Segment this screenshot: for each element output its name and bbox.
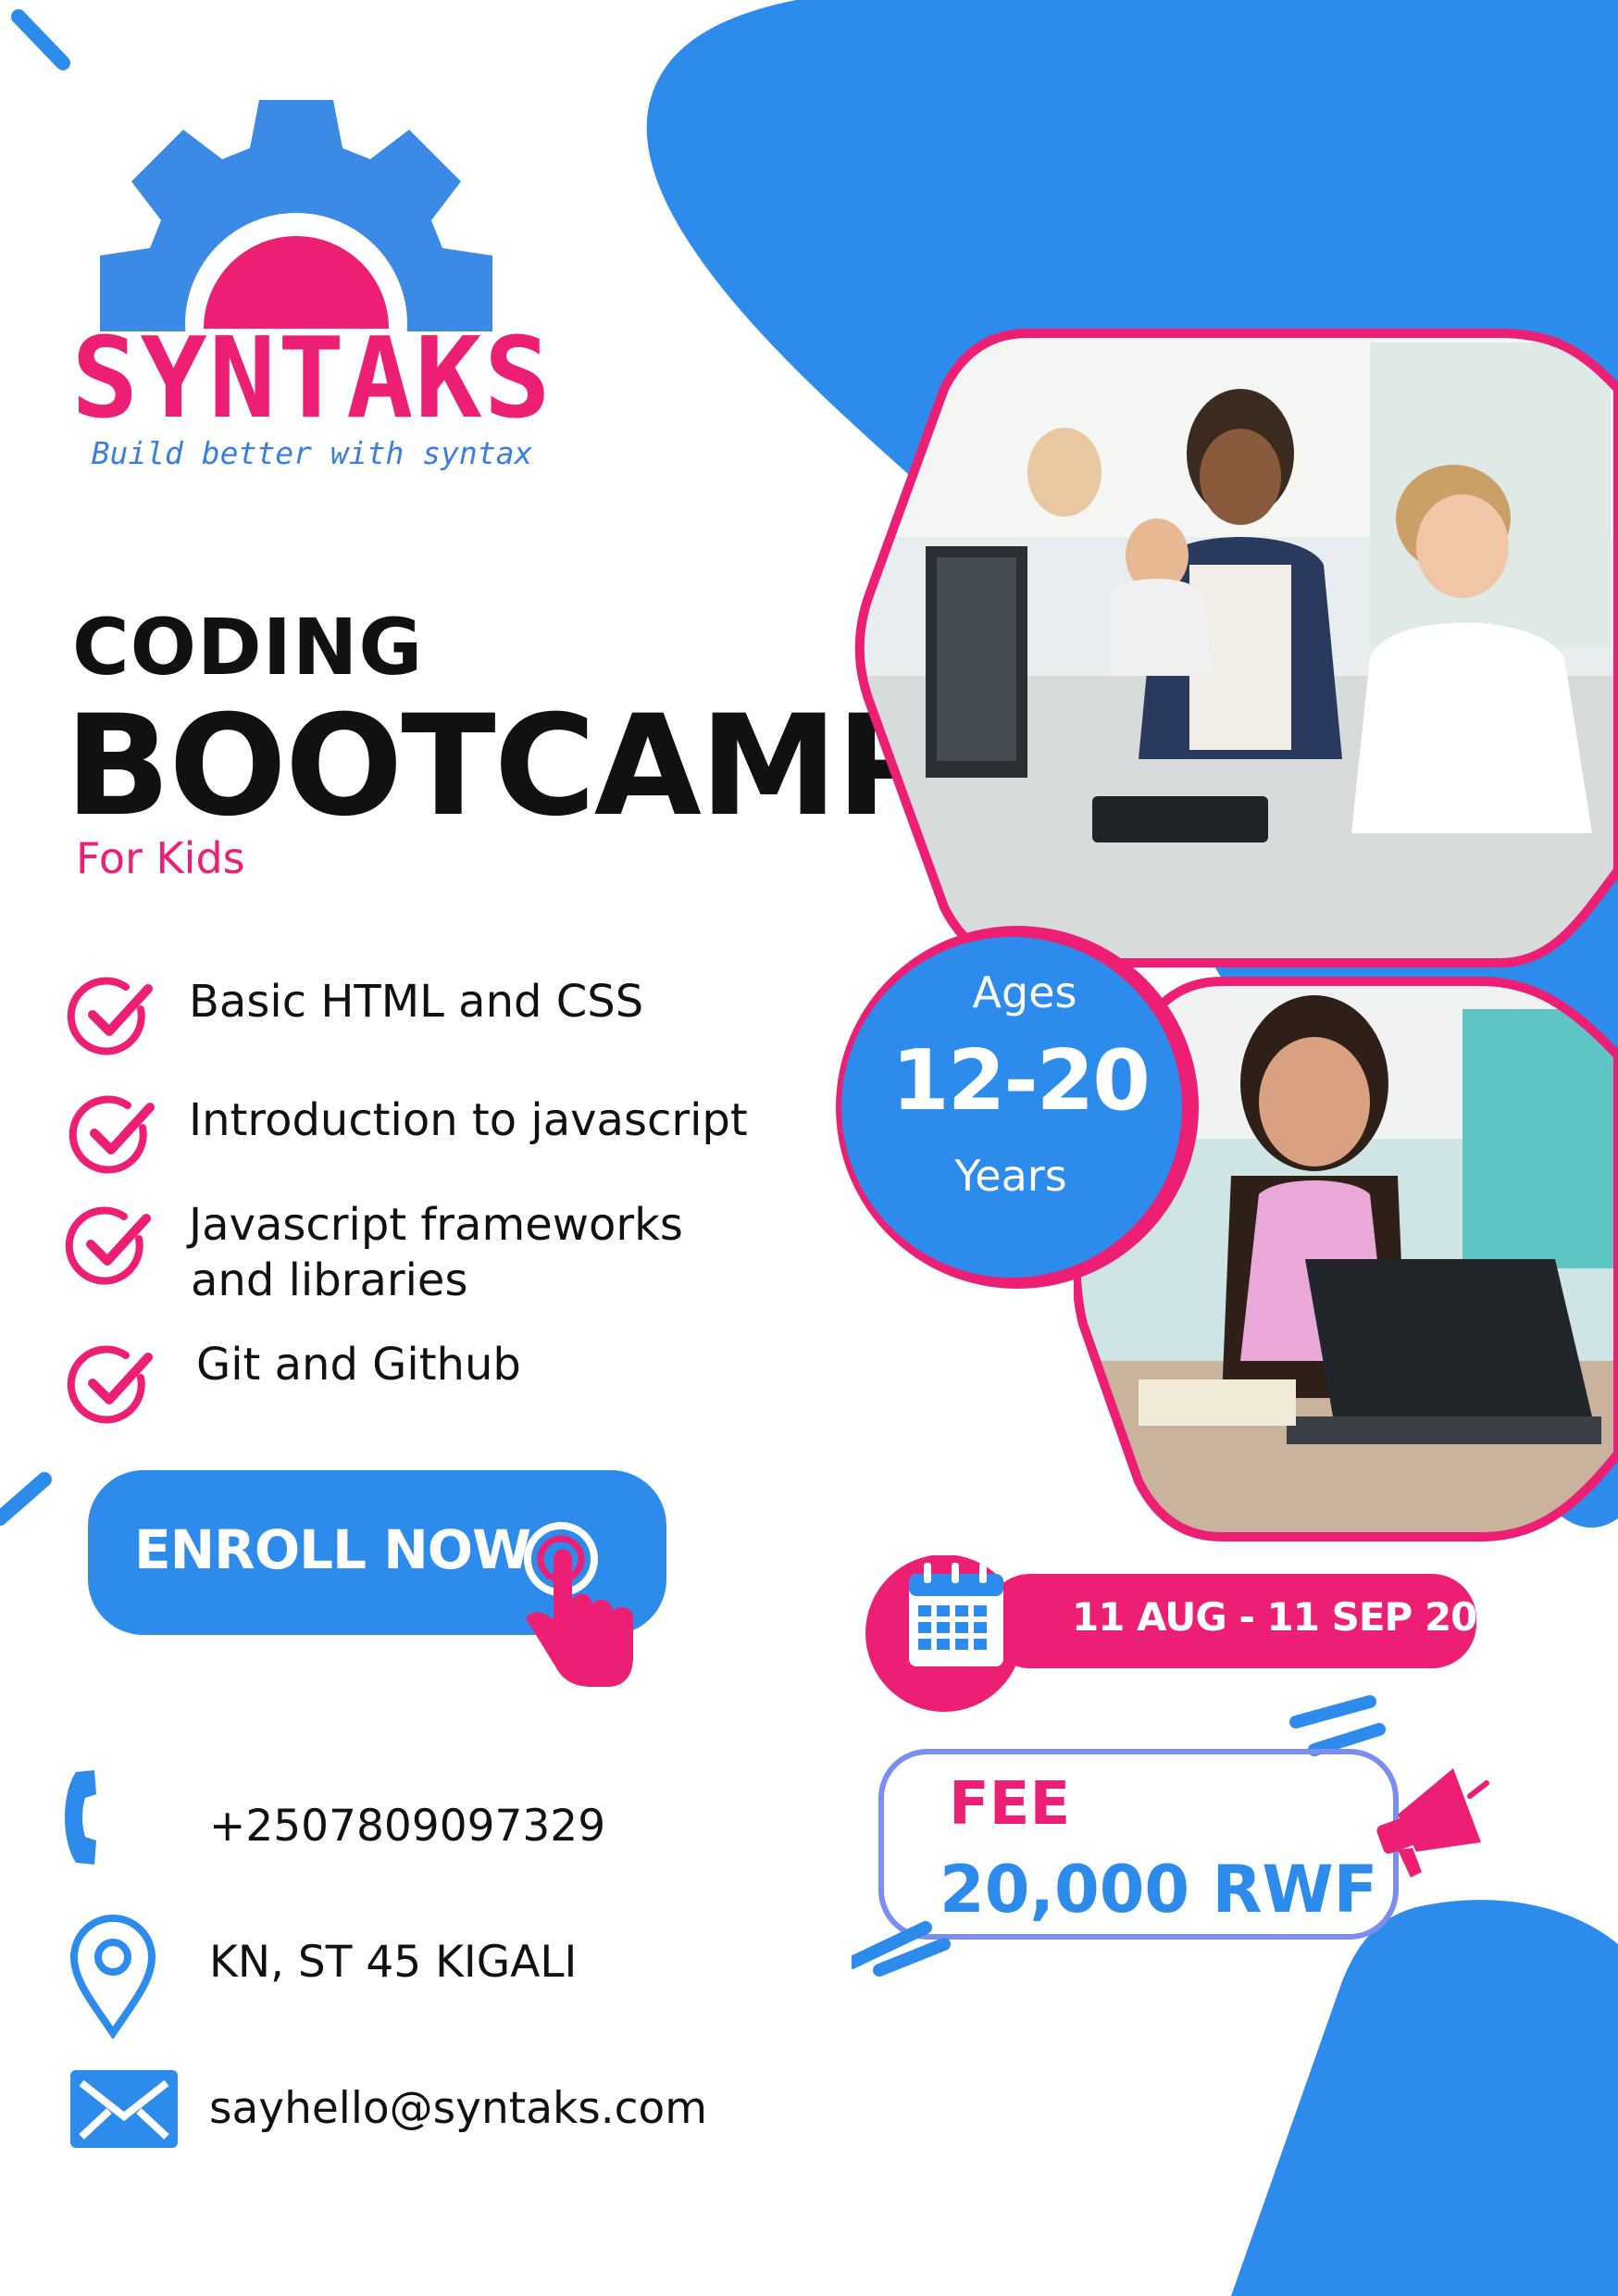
headline-line-1: CODING	[72, 602, 424, 693]
envelope-icon	[70, 2070, 178, 2148]
feature-item-1: Basic HTML and CSS	[189, 976, 644, 1028]
enroll-now-label: ENROLL NOW	[134, 1518, 531, 1581]
kids-at-computers-photo	[854, 329, 1618, 967]
feature-item-4: Git and Github	[196, 1339, 521, 1391]
date-range: 11 AUG - 11 SEP 2025	[1072, 1594, 1530, 1640]
brand-tagline: Build better with syntax	[91, 435, 533, 471]
contact-phone: +2507809097329	[209, 1801, 606, 1852]
fee-amount: 20,000 RWF	[940, 1852, 1378, 1928]
check-circle-icon	[67, 977, 153, 1055]
pointer-click-icon	[524, 1522, 633, 1687]
ages-range: 12-20	[891, 1032, 1151, 1129]
fee-label: FEE	[949, 1770, 1071, 1839]
brand-name: SYNTAKS	[71, 315, 553, 443]
phone-icon	[65, 1770, 96, 1865]
headline-subtitle: For Kids	[76, 833, 245, 883]
location-pin-icon	[69, 1915, 156, 2039]
feature-item-3: Javascript frameworks	[189, 1199, 683, 1251]
feature-item-2: Introduction to javascript	[189, 1094, 748, 1146]
contact-address: KN, ST 45 KIGALI	[209, 1937, 578, 1988]
gear-logo-icon	[65, 100, 528, 352]
check-circle-icon	[67, 1345, 153, 1424]
ages-label: Ages	[972, 967, 1077, 1017]
check-circle-icon	[65, 1206, 151, 1285]
calendar-icon	[909, 1563, 1003, 1666]
contact-email: sayhello@syntaks.com	[209, 2083, 708, 2134]
years-label: Years	[954, 1151, 1067, 1201]
check-circle-icon	[68, 1095, 155, 1174]
megaphone-icon	[1376, 1768, 1489, 1878]
feature-item-3-continued: and libraries	[191, 1254, 468, 1306]
headline-line-2: BOOTCAMP	[65, 686, 938, 847]
